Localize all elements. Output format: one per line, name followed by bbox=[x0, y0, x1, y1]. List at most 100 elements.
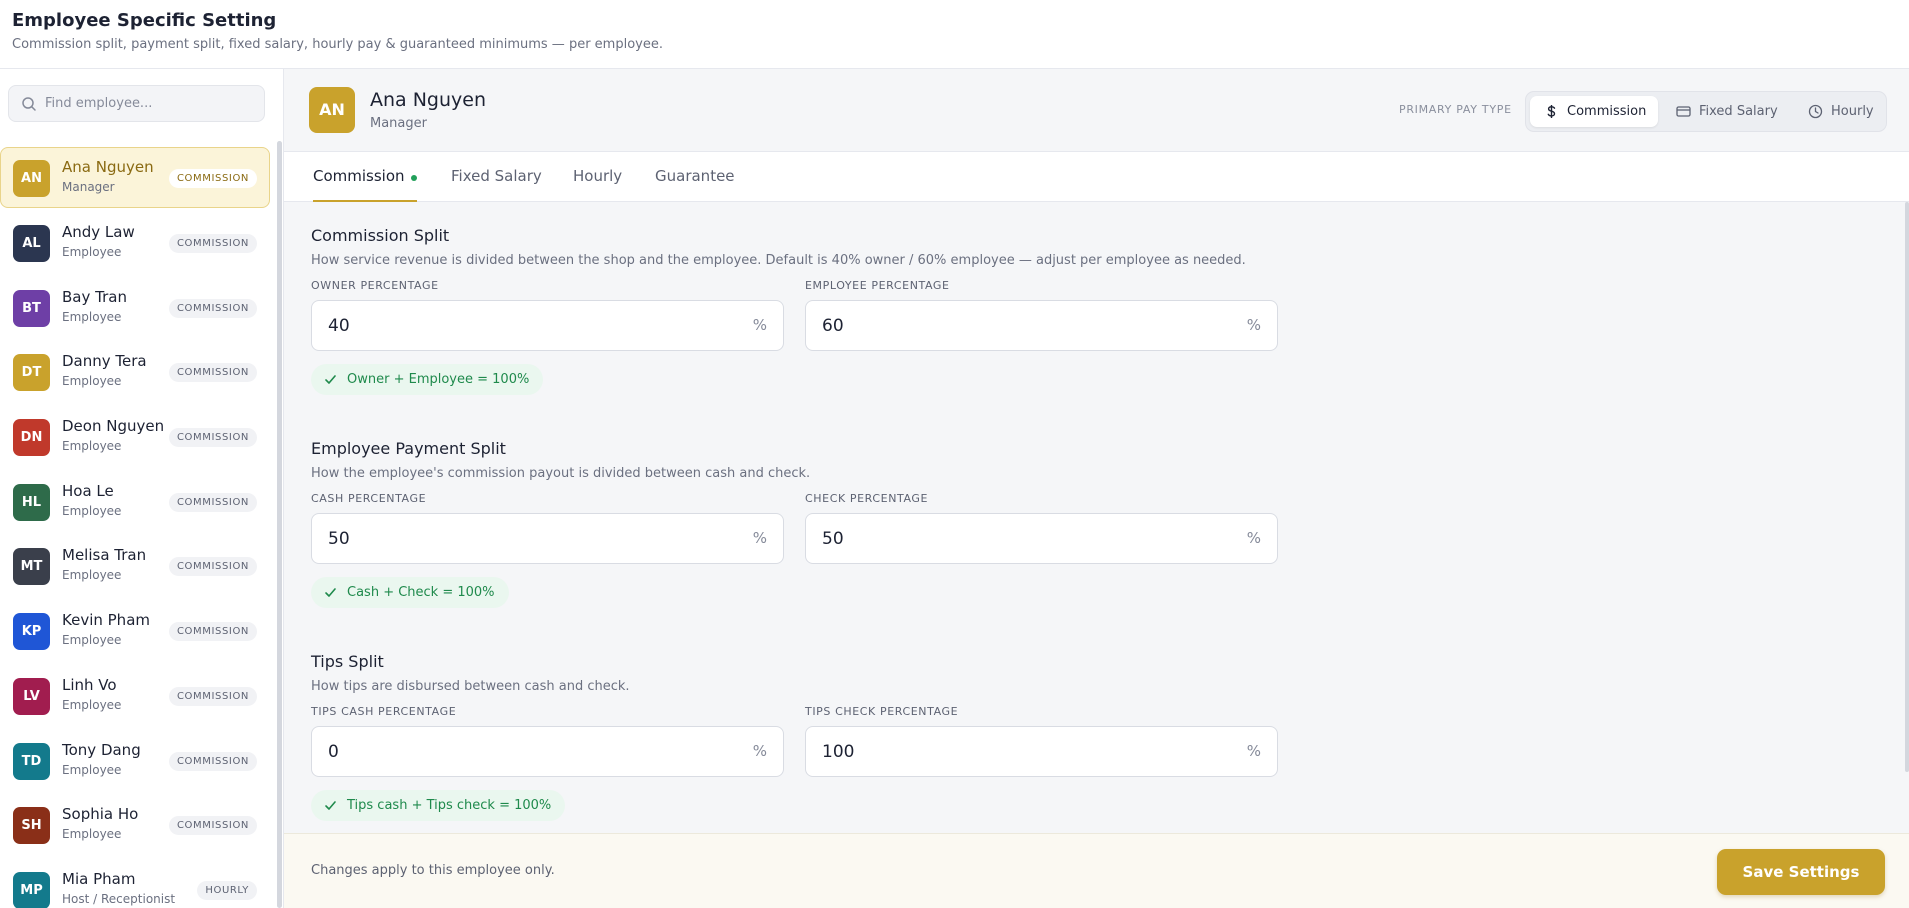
search-box[interactable] bbox=[8, 85, 265, 122]
tab-hourly[interactable]: Hourly bbox=[573, 152, 623, 202]
commission-validation-badge: Owner + Employee = 100% bbox=[311, 364, 544, 395]
avatar: DT bbox=[13, 354, 50, 391]
employee-name: Ana Nguyen bbox=[62, 158, 154, 176]
pay-type-hourly-button[interactable]: Hourly bbox=[1794, 96, 1884, 127]
employee-name: Melisa Tran bbox=[62, 546, 147, 564]
cash-percentage-label: CASH PERCENTAGE bbox=[311, 492, 427, 505]
tips-cash-percentage-field: % bbox=[311, 726, 784, 777]
pay-type-badge: COMMISSION bbox=[168, 493, 257, 512]
pay-type-badge: COMMISSION bbox=[168, 752, 257, 771]
card-icon bbox=[1676, 106, 1691, 117]
employee-role: Employee bbox=[62, 827, 122, 841]
employee-percentage-label: EMPLOYEE PERCENTAGE bbox=[805, 279, 950, 292]
footer-bar: Changes apply to this employee only. Sav… bbox=[284, 833, 1909, 908]
pay-type-option-label: Commission bbox=[1567, 104, 1647, 119]
percent-unit: % bbox=[1246, 742, 1261, 760]
page-title: Employee Specific Setting bbox=[12, 10, 277, 31]
percent-unit: % bbox=[752, 742, 767, 760]
sidebar-scrollbar[interactable] bbox=[277, 141, 282, 908]
tab-guarantee[interactable]: Guarantee bbox=[655, 152, 735, 202]
section-title: Commission Split bbox=[311, 226, 450, 245]
employee-item-tony-dang[interactable]: TD Tony Dang Employee COMMISSION bbox=[0, 730, 270, 791]
payment-split-section: Employee Payment Split How the employee'… bbox=[311, 439, 1311, 609]
employee-name-heading: Ana Nguyen bbox=[370, 89, 487, 111]
pay-type-badge: COMMISSION bbox=[168, 816, 257, 835]
pay-type-label: PRIMARY PAY TYPE bbox=[1399, 103, 1512, 116]
pay-type-fixed-salary-button[interactable]: Fixed Salary bbox=[1662, 96, 1790, 127]
employee-role: Employee bbox=[62, 245, 122, 259]
owner-percentage-label: OWNER PERCENTAGE bbox=[311, 279, 439, 292]
employee-percentage-input[interactable] bbox=[822, 301, 1222, 350]
employee-item-hoa-le[interactable]: HL Hoa Le Employee COMMISSION bbox=[0, 471, 270, 532]
employee-name: Tony Dang bbox=[62, 741, 141, 759]
employee-item-sophia-ho[interactable]: SH Sophia Ho Employee COMMISSION bbox=[0, 794, 270, 855]
pay-type-badge: COMMISSION bbox=[168, 428, 257, 447]
sidebar-scrollbar-thumb[interactable] bbox=[277, 141, 282, 908]
employee-item-linh-vo[interactable]: LV Linh Vo Employee COMMISSION bbox=[0, 665, 270, 726]
owner-percentage-input[interactable] bbox=[328, 301, 728, 350]
validation-text: Owner + Employee = 100% bbox=[347, 372, 530, 387]
owner-percentage-field: % bbox=[311, 300, 784, 351]
save-settings-button[interactable]: Save Settings bbox=[1717, 849, 1885, 895]
cash-percentage-input[interactable] bbox=[328, 514, 728, 563]
employee-role: Employee bbox=[62, 310, 122, 324]
employee-name: Mia Pham bbox=[62, 870, 136, 888]
footer-note: Changes apply to this employee only. bbox=[311, 863, 555, 878]
search-input[interactable] bbox=[45, 86, 255, 121]
pay-type-commission-button[interactable]: Commission bbox=[1530, 96, 1658, 127]
avatar: DN bbox=[13, 419, 50, 456]
pay-type-badge: COMMISSION bbox=[168, 363, 257, 382]
pay-type-badge: COMMISSION bbox=[168, 622, 257, 641]
pay-type-option-label: Hourly bbox=[1831, 104, 1874, 119]
page-subtitle: Commission split, payment split, fixed s… bbox=[12, 37, 663, 52]
check-percentage-field: % bbox=[805, 513, 1278, 564]
tips-check-percentage-label: TIPS CHECK PERCENTAGE bbox=[805, 705, 959, 718]
percent-unit: % bbox=[1246, 316, 1261, 334]
tab-fixed-salary[interactable]: Fixed Salary bbox=[451, 152, 542, 202]
check-icon bbox=[325, 588, 336, 597]
avatar: SH bbox=[13, 807, 50, 844]
check-icon bbox=[325, 375, 336, 384]
employee-item-deon-nguyen[interactable]: DN Deon Nguyen Employee COMMISSION bbox=[0, 406, 270, 467]
pay-type-badge: COMMISSION bbox=[168, 169, 257, 188]
validation-text: Tips cash + Tips check = 100% bbox=[347, 798, 552, 813]
check-percentage-input[interactable] bbox=[822, 514, 1222, 563]
tab-commission[interactable]: Commission bbox=[313, 152, 417, 202]
percent-unit: % bbox=[752, 529, 767, 547]
employee-item-ana-nguyen[interactable]: AN Ana Nguyen Manager COMMISSION bbox=[0, 147, 270, 208]
employee-role: Employee bbox=[62, 568, 122, 582]
avatar: LV bbox=[13, 678, 50, 715]
validation-text: Cash + Check = 100% bbox=[347, 585, 495, 600]
active-dot-icon bbox=[411, 175, 417, 181]
settings-tabs: Commission Fixed Salary Hourly Guarantee bbox=[284, 152, 1909, 202]
section-description: How tips are disbursed between cash and … bbox=[311, 679, 630, 694]
employee-name: Kevin Pham bbox=[62, 611, 150, 629]
tips-check-percentage-input[interactable] bbox=[822, 727, 1222, 776]
percent-unit: % bbox=[752, 316, 767, 334]
cash-percentage-field: % bbox=[311, 513, 784, 564]
employee-item-kevin-pham[interactable]: KP Kevin Pham Employee COMMISSION bbox=[0, 600, 270, 661]
employee-item-andy-law[interactable]: AL Andy Law Employee COMMISSION bbox=[0, 212, 270, 273]
pay-type-option-label: Fixed Salary bbox=[1699, 104, 1778, 119]
pay-type-badge: COMMISSION bbox=[168, 687, 257, 706]
employee-role-heading: Manager bbox=[370, 116, 427, 131]
content-scrollbar[interactable] bbox=[1905, 202, 1909, 772]
employee-item-bay-tran[interactable]: BT Bay Tran Employee COMMISSION bbox=[0, 277, 270, 338]
avatar: KP bbox=[13, 613, 50, 650]
employee-role: Employee bbox=[62, 374, 122, 388]
pay-type-badge: COMMISSION bbox=[168, 299, 257, 318]
employee-item-mia-pham[interactable]: MP Mia Pham Host / Receptionist HOURLY bbox=[0, 859, 270, 908]
pay-type-badge: COMMISSION bbox=[168, 557, 257, 576]
check-icon bbox=[325, 801, 336, 810]
employee-role: Employee bbox=[62, 633, 122, 647]
employee-role: Employee bbox=[62, 698, 122, 712]
page-header: Employee Specific Setting Commission spl… bbox=[0, 0, 1909, 69]
check-percentage-label: CHECK PERCENTAGE bbox=[805, 492, 929, 505]
employee-name: Hoa Le bbox=[62, 482, 114, 500]
employee-item-melisa-tran[interactable]: MT Melisa Tran Employee COMMISSION bbox=[0, 535, 270, 596]
employee-name: Bay Tran bbox=[62, 288, 127, 306]
section-description: How the employee's commission payout is … bbox=[311, 466, 811, 481]
employee-item-danny-tera[interactable]: DT Danny Tera Employee COMMISSION bbox=[0, 341, 270, 402]
avatar: TD bbox=[13, 743, 50, 780]
tips-cash-percentage-input[interactable] bbox=[328, 727, 728, 776]
